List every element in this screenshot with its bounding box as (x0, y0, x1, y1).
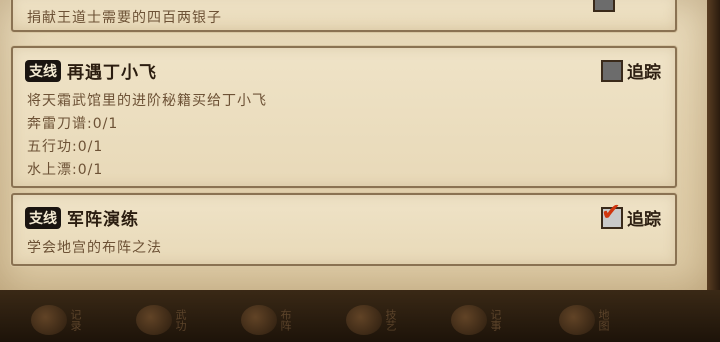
quest-title: 再遇丁小飞 (67, 63, 157, 83)
quest-desc-line: 捐献王道士需要的四百两银子 (27, 10, 222, 26)
nav-label: 技艺 (384, 309, 397, 331)
nav-布阵[interactable]: 布阵 (230, 300, 302, 340)
nav-label: 布阵 (279, 309, 292, 331)
side-quest-badge: 支线 (25, 206, 61, 229)
track-label: 追踪 (627, 210, 661, 230)
nav-label: 记录 (69, 309, 82, 331)
nav-记事[interactable]: 记事 (440, 300, 512, 340)
nav-地图[interactable]: 地图 (548, 300, 620, 340)
books-icon (136, 305, 172, 335)
quest-desc-line: 将天霜武馆里的进阶秘籍买给丁小飞 (27, 93, 267, 109)
quest-objective: 奔雷刀谱:0/1 (27, 116, 119, 132)
bowl-icon (346, 305, 382, 335)
quest-title: 军阵演练 (67, 210, 139, 230)
track-checkbox[interactable] (601, 59, 623, 82)
track-label: 追踪 (627, 63, 661, 83)
quest-card-军阵演练[interactable]: 支线 军阵演练 ✔ 追踪 学会地宫的布阵之法 (11, 193, 677, 266)
quest-desc-line: 学会地宫的布阵之法 (27, 240, 162, 256)
nav-label: 武功 (174, 309, 187, 331)
scroll-icon (451, 305, 487, 335)
quest-log-panel: 捐献王道士需要的四百两银子 支线 再遇丁小飞 追踪 将天霜武馆里的进阶秘籍买给丁… (0, 0, 707, 290)
quest-title-row: 支线 军阵演练 (25, 205, 139, 230)
map-icon (559, 305, 595, 335)
quest-card-previous[interactable]: 捐献王道士需要的四百两银子 (11, 0, 677, 32)
checkmark-icon: ✔ (601, 197, 622, 226)
nav-label: 记事 (489, 309, 502, 331)
track-checkbox[interactable] (593, 0, 615, 12)
track-toggle[interactable]: ✔ 追踪 (601, 200, 661, 230)
side-quest-badge: 支线 (25, 59, 61, 82)
bagua-icon (241, 305, 277, 335)
nav-记录[interactable]: 记录 (20, 300, 92, 340)
panel-edge (707, 0, 720, 300)
quest-objective: 水上漂:0/1 (27, 162, 104, 178)
nav-技艺[interactable]: 技艺 (335, 300, 407, 340)
orb-icon (31, 305, 67, 335)
quest-objective: 五行功:0/1 (27, 139, 104, 155)
quest-title-row: 支线 再遇丁小飞 (25, 58, 157, 83)
track-toggle[interactable]: 追踪 (601, 58, 661, 83)
nav-label: 地图 (597, 309, 610, 331)
track-checkbox-checked[interactable]: ✔ (601, 200, 623, 229)
nav-武功[interactable]: 武功 (125, 300, 197, 340)
quest-card-再遇丁小飞[interactable]: 支线 再遇丁小飞 追踪 将天霜武馆里的进阶秘籍买给丁小飞 奔雷刀谱:0/1 五行… (11, 46, 677, 188)
